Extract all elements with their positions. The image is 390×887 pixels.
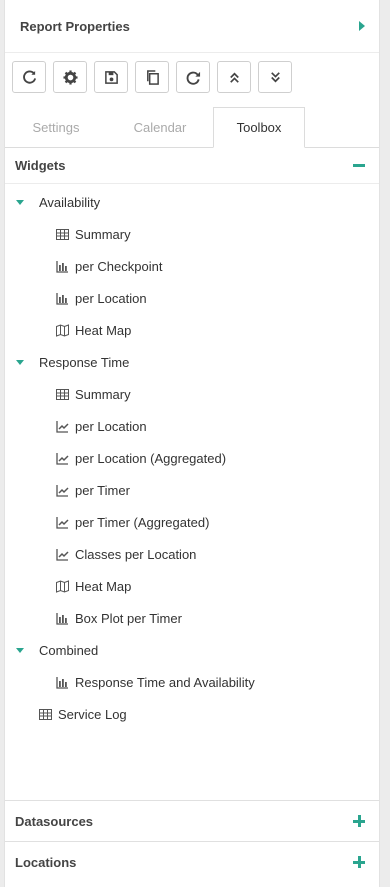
copy-icon: [146, 69, 159, 85]
bar-chart-icon: [56, 676, 69, 689]
tree-item[interactable]: Box Plot per Timer: [5, 602, 379, 634]
collapse-all-icon: [229, 72, 239, 83]
line-chart-icon: [56, 420, 69, 433]
line-chart-icon: [56, 548, 69, 561]
tree-item[interactable]: per Checkpoint: [5, 250, 379, 282]
caret-down-icon[interactable]: [16, 359, 24, 365]
redo-icon: [186, 71, 200, 85]
save-button[interactable]: [94, 61, 128, 93]
tree-item[interactable]: per Location: [5, 410, 379, 442]
tree-item[interactable]: per Timer: [5, 474, 379, 506]
tree-group-availability[interactable]: Availability: [5, 186, 379, 218]
tree-item[interactable]: Summary: [5, 218, 379, 250]
table-icon: [56, 388, 69, 401]
table-icon: [56, 228, 69, 241]
caret-down-icon[interactable]: [16, 647, 24, 653]
bar-chart-icon: [56, 612, 69, 625]
settings-button[interactable]: [53, 61, 87, 93]
tree-item-label: per Location (Aggregated): [75, 450, 227, 466]
panel-title: Report Properties: [20, 18, 130, 34]
locations-section: Locations: [5, 841, 379, 882]
save-icon: [104, 70, 118, 84]
tree-item-label: per Checkpoint: [75, 258, 163, 274]
tree-group-response-time[interactable]: Response Time: [5, 346, 379, 378]
tree-item[interactable]: per Timer (Aggregated): [5, 506, 379, 538]
tree-item-label: Summary: [75, 226, 131, 242]
plus-icon[interactable]: [353, 856, 365, 868]
tree-group-combined[interactable]: Combined: [5, 634, 379, 666]
refresh-icon: [22, 70, 36, 84]
widgets-section-header[interactable]: Widgets: [5, 148, 379, 184]
group-label: Response Time: [39, 354, 130, 370]
datasources-section-header[interactable]: Datasources: [5, 801, 379, 841]
tree-item[interactable]: Heat Map: [5, 314, 379, 346]
plus-icon[interactable]: [353, 815, 365, 827]
bar-chart-icon: [56, 292, 69, 305]
group-label: Availability: [39, 194, 101, 210]
tree-item-label: per Timer (Aggregated): [75, 514, 210, 530]
tree-item[interactable]: per Location: [5, 282, 379, 314]
datasources-label: Datasources: [15, 813, 94, 829]
tree-item-label: Service Log: [58, 706, 127, 722]
line-chart-icon: [56, 452, 69, 465]
widget-tree: Availability Summary per Checkpoint per …: [5, 184, 379, 800]
locations-section-header[interactable]: Locations: [5, 842, 379, 882]
toolbar: [5, 53, 379, 95]
expand-all-icon: [270, 71, 280, 82]
tree-item-label: Summary: [75, 386, 131, 402]
tree-item[interactable]: Response Time and Availability: [5, 666, 379, 698]
locations-label: Locations: [15, 854, 77, 870]
collapse-icon[interactable]: [353, 164, 365, 167]
tree-item-label: per Timer: [75, 482, 130, 498]
table-icon: [39, 708, 52, 721]
tab-calendar[interactable]: Calendar: [107, 107, 213, 147]
tree-item-label: Heat Map: [75, 322, 132, 338]
widgets-section-label: Widgets: [15, 158, 66, 173]
tab-toolbox[interactable]: Toolbox: [213, 107, 305, 148]
tree-item-label: per Location: [75, 290, 147, 306]
refresh-button[interactable]: [12, 61, 46, 93]
caret-right-icon[interactable]: [359, 21, 365, 31]
map-icon: [56, 323, 69, 337]
tree-item-label: Classes per Location: [75, 546, 197, 562]
tree-item-label: Box Plot per Timer: [75, 610, 182, 626]
panel-header[interactable]: Report Properties: [5, 0, 379, 53]
tree-item[interactable]: per Location (Aggregated): [5, 442, 379, 474]
expand-all-button[interactable]: [258, 61, 292, 93]
collapse-all-button[interactable]: [217, 61, 251, 93]
line-chart-icon: [56, 516, 69, 529]
map-icon: [56, 579, 69, 593]
bar-chart-icon: [56, 260, 69, 273]
tree-item-label: Heat Map: [75, 578, 132, 594]
datasources-section: Datasources: [5, 800, 379, 841]
tree-item-label: Response Time and Availability: [75, 674, 255, 690]
tree-item[interactable]: Summary: [5, 378, 379, 410]
tab-settings[interactable]: Settings: [5, 107, 107, 147]
report-properties-panel: Report Properties Settings Calendar Tool…: [4, 0, 380, 887]
tree-item-label: per Location: [75, 418, 147, 434]
tree-item[interactable]: Heat Map: [5, 570, 379, 602]
tree-item[interactable]: Classes per Location: [5, 538, 379, 570]
gear-icon: [62, 69, 78, 85]
tab-bar: Settings Calendar Toolbox: [5, 107, 379, 148]
group-label: Combined: [39, 642, 99, 658]
redo-button[interactable]: [176, 61, 210, 93]
tree-item-service-log[interactable]: Service Log: [5, 698, 379, 730]
copy-button[interactable]: [135, 61, 169, 93]
line-chart-icon: [56, 484, 69, 497]
caret-down-icon[interactable]: [16, 199, 24, 205]
